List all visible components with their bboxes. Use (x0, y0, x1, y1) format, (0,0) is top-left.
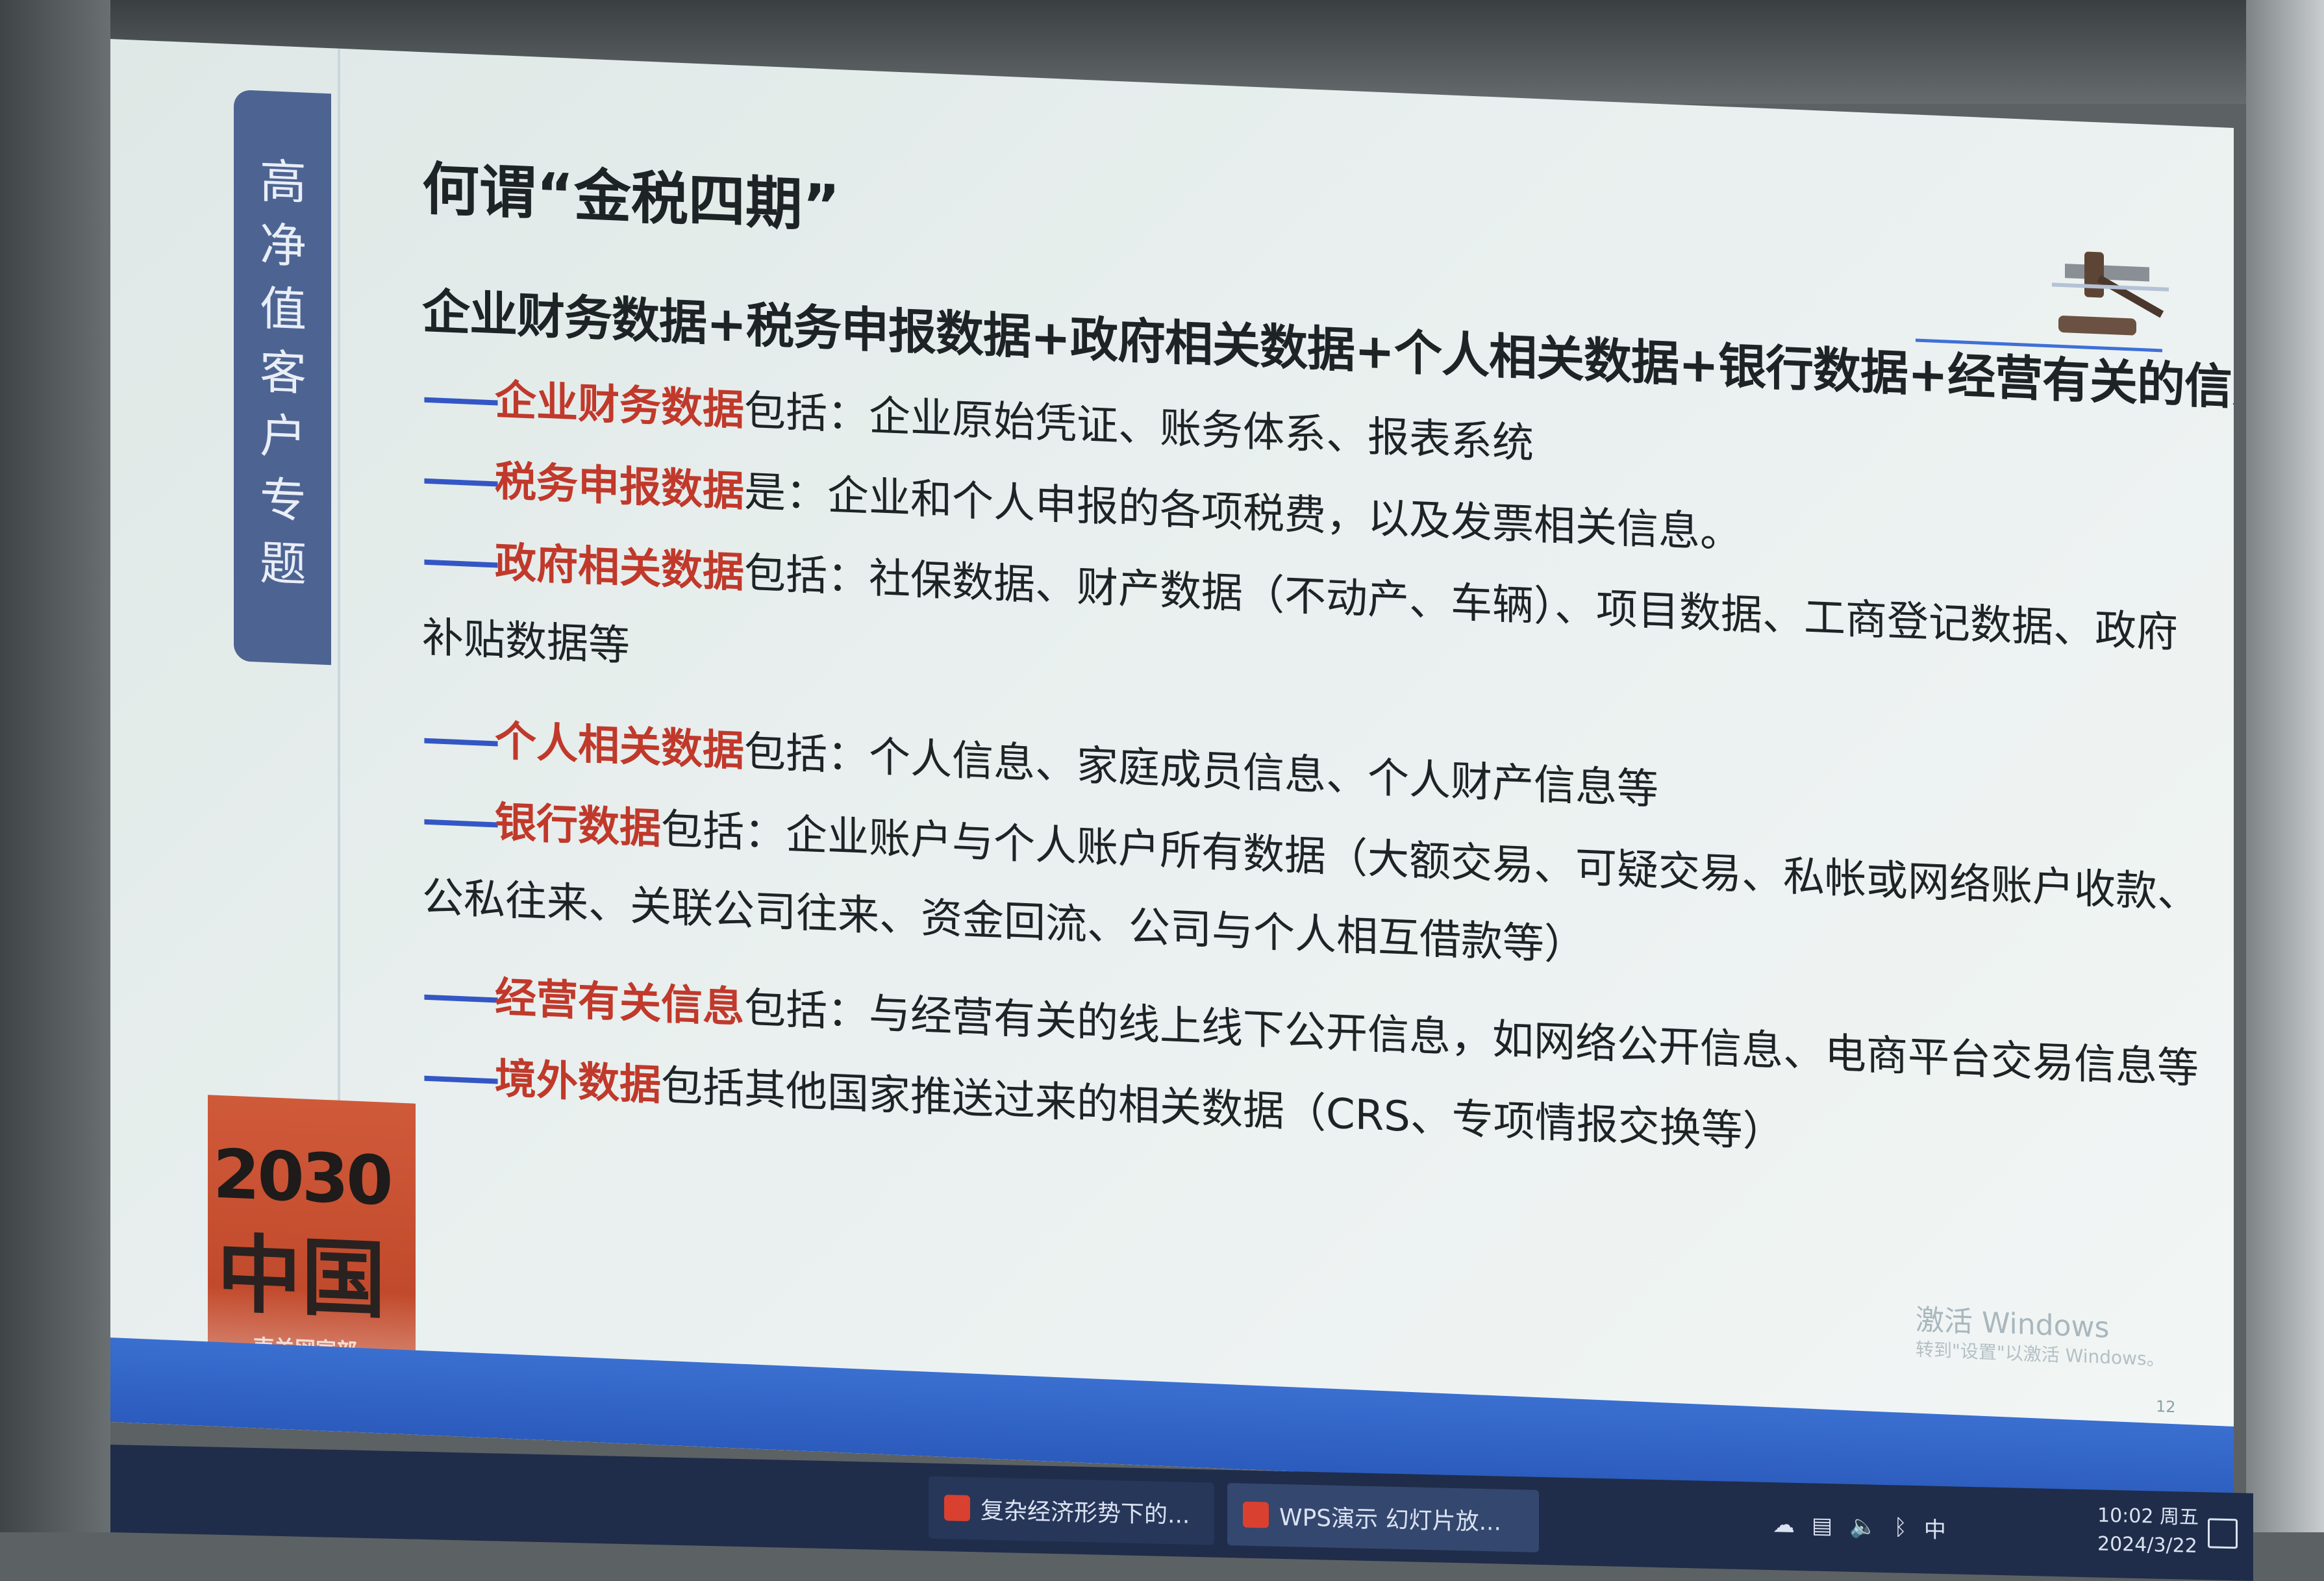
item-text: 包括：企业原始凭证、账务体系、报表系统 (744, 386, 1534, 468)
taskbar-clock[interactable]: 10:02 周五 2024/3/22 (2097, 1501, 2199, 1561)
item-highlight: 经营有关信息 (495, 973, 744, 1032)
dash-marker: —— (422, 971, 495, 1022)
dash-marker: —— (422, 373, 495, 425)
list-item: ——政府相关数据包括：社保数据、财产数据（不动产、车辆）、项目数据、工商登记数据… (422, 526, 2178, 659)
item-continuation: 补贴数据等 (422, 614, 630, 671)
taskbar-button-slideshow[interactable]: WPS演示 幻灯片放... (1227, 1483, 1539, 1552)
item-highlight: 个人相关数据 (495, 717, 744, 776)
dash-marker: —— (422, 454, 495, 506)
wps-icon (944, 1495, 970, 1522)
activation-watermark-sub: 转到"设置"以激活 Windows。 (1916, 1338, 2165, 1371)
notification-icon[interactable] (2208, 1518, 2238, 1549)
item-text: 包括：社保数据、财产数据（不动产、车辆）、项目数据、工商登记数据、政府 (744, 549, 2178, 658)
item-highlight: 企业财务数据 (495, 376, 744, 435)
volume-icon[interactable]: 🔈 (1849, 1513, 1877, 1539)
taskbar-button-label: 复杂经济形势下的... (981, 1497, 1190, 1529)
projected-slide: 高净值客户专题 2030 中国 南关网宣部 何谓“金税四期” 企业财务数据+税务… (110, 39, 2234, 1512)
sidebar-title: 高净值客户专题 (260, 153, 307, 592)
item-text: 包括其他国家推送过来的相关数据（CRS、专项情报交换等） (661, 1062, 1784, 1158)
network-icon[interactable]: ▤ (1812, 1512, 1832, 1539)
room-background-right (2246, 0, 2324, 1532)
taskbar-button-document[interactable]: 复杂经济形势下的... (929, 1476, 1214, 1545)
page-number: 12 (2156, 1397, 2176, 1417)
dash-marker: —— (422, 795, 495, 847)
dash-marker: —— (422, 1052, 495, 1103)
dash-marker: —— (422, 536, 495, 587)
slide-title: 何谓“金税四期” (422, 155, 840, 240)
sidebar-tab: 高净值客户专题 (234, 89, 331, 666)
bluetooth-icon[interactable]: ᛒ (1893, 1514, 1906, 1540)
item-text: 是：企业和个人申报的各项税费，以及发票相关信息。 (744, 467, 1742, 558)
input-method-indicator[interactable]: 中 (1924, 1512, 1946, 1544)
logo-badge: 2030 中国 南关网宣部 (208, 1095, 416, 1376)
badge-text: 中国 (217, 1224, 386, 1330)
system-tray: ☁ ▤ 🔈 ᛒ 中 (1773, 1508, 1946, 1544)
clock-time: 10:02 周五 (2097, 1504, 2199, 1529)
clock-date: 2024/3/22 (2097, 1532, 2197, 1558)
item-highlight: 税务申报数据 (495, 457, 744, 516)
cloud-icon[interactable]: ☁ (1773, 1512, 1795, 1538)
item-highlight: 境外数据 (495, 1054, 661, 1110)
item-highlight: 银行数据 (495, 798, 661, 854)
dash-marker: —— (422, 714, 495, 766)
item-highlight: 政府相关数据 (495, 538, 744, 597)
item-text: 包括：个人信息、家庭成员信息、个人财产信息等 (744, 727, 1658, 814)
taskbar-button-label: WPS演示 幻灯片放... (1279, 1504, 1501, 1536)
room-background-left (0, 0, 110, 1532)
wps-icon (1243, 1501, 1269, 1528)
